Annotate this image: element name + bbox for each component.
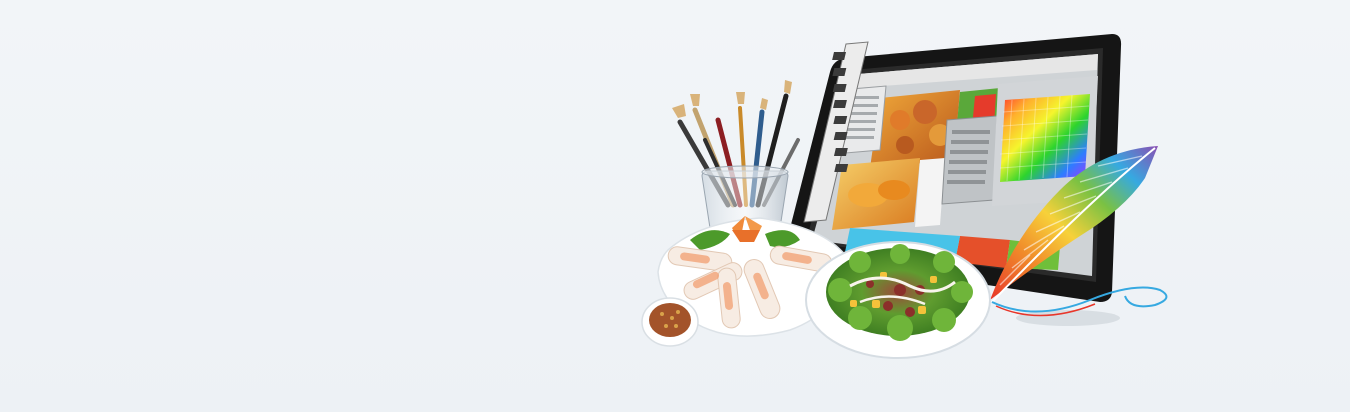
- salad-plate-icon: [805, 241, 991, 359]
- hero-banner: [0, 0, 1350, 412]
- dipping-sauce-icon: [641, 297, 699, 347]
- brush-cup-icon: [672, 80, 800, 238]
- banner-illustration: [641, 34, 1168, 359]
